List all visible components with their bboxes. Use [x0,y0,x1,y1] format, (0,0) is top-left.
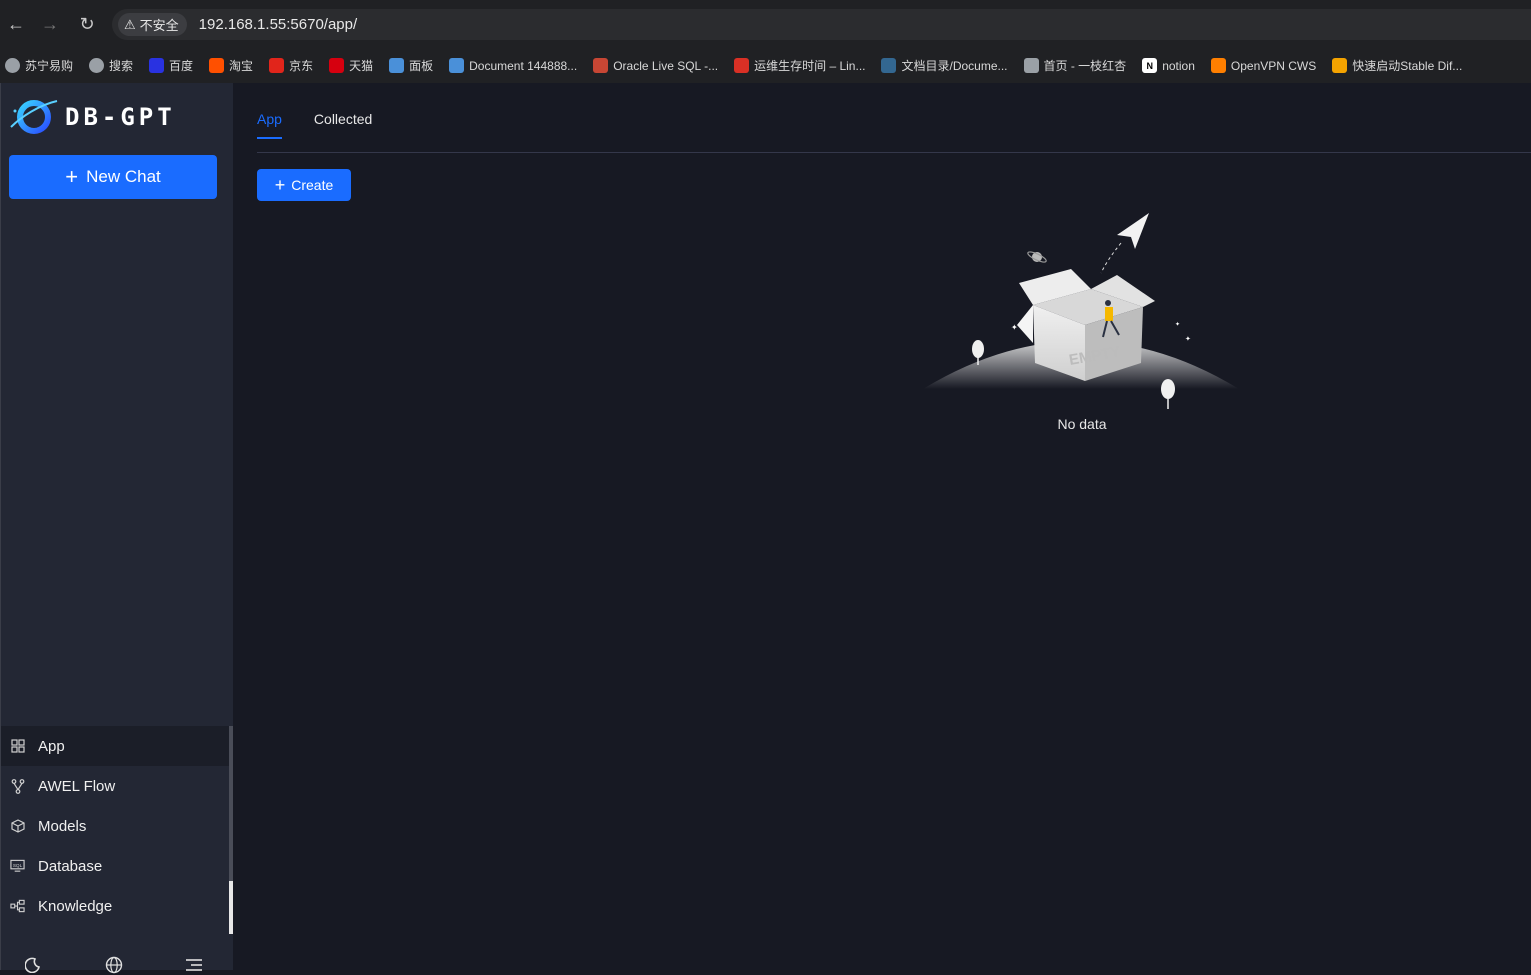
bookmark-item[interactable]: 快速启动Stable Dif... [1332,57,1462,74]
bookmark-item[interactable]: 京东 [269,57,313,74]
bookmark-item[interactable]: 面板 [389,57,433,74]
bookmark-label: 京东 [289,59,314,73]
openvpn-icon [1210,58,1226,73]
collapse-menu-icon[interactable] [184,955,204,975]
svg-text:SQL: SQL [13,863,23,868]
svg-text:✦: ✦ [1011,323,1018,332]
sidebar-item-label: Models [38,817,87,835]
empty-illustration: EMPTY ✦ ✦ ✦ [923,213,1239,409]
bookmark-label: 面板 [409,59,434,73]
sidebar-footer [1,955,234,975]
bookmark-label: notion [1162,58,1195,73]
bookmark-item[interactable]: 文档目录/Docume... [881,57,1008,74]
sidebar-item-label: Knowledge [38,897,113,915]
bookmark-label: 文档目录/Docume... [901,59,1008,73]
bookmark-label: 苏宁易购 [25,59,74,73]
shield-icon [734,58,750,73]
bookmark-item[interactable]: Oracle Live SQL -... [593,58,718,73]
plus-icon: + [65,164,79,189]
sidebar-item-database[interactable]: SQL Database [1,846,229,886]
create-button[interactable]: + Create [257,169,351,201]
oracle-icon [593,58,609,73]
moon-icon[interactable] [23,955,43,975]
tab-collected[interactable]: Collected [314,111,372,139]
bookmark-item[interactable]: 天猫 [329,57,373,74]
bookmark-item[interactable]: 运维生存时间 – Lin... [734,57,865,74]
plus-icon: + [274,175,286,195]
panel-icon [389,58,405,73]
logo[interactable]: DB-GPT [9,97,176,137]
logo-text: DB-GPT [65,103,176,131]
jd-icon [269,58,285,73]
bookmark-label: 天猫 [349,59,374,73]
bookmark-item[interactable]: OpenVPN CWS [1210,58,1317,73]
reload-icon[interactable]: ↻ [75,12,99,36]
bookmarks-bar: 苏宁易购 搜索 百度 淘宝 京东 天猫 面板 Document 144888... Oracle… [0,48,1531,83]
bookmark-label: 运维生存时间 – Lin... [754,59,866,73]
tab-app[interactable]: App [257,111,282,139]
svg-text:✦: ✦ [1175,321,1180,328]
bookmark-label: 搜索 [109,59,134,73]
globe-icon[interactable] [104,955,124,975]
new-chat-label: New Chat [86,167,161,186]
cube-icon [10,819,25,834]
sidebar-item-label: AWEL Flow [38,777,116,795]
postgres-icon [881,58,897,73]
grid-icon [10,739,25,754]
bookmark-item[interactable]: 苏宁易购 [5,57,73,74]
sidebar: DB-GPT + New Chat App AWEL Flow Models SQL D… [0,83,234,974]
knowledge-icon [10,899,25,914]
bookmark-label: Oracle Live SQL -... [613,58,719,73]
database-icon: SQL [10,859,25,874]
bookmark-item[interactable]: 搜索 [89,57,133,74]
sidebar-menu: App AWEL Flow Models SQL Database Knowledge [1,726,229,926]
new-chat-button[interactable]: + New Chat [9,155,217,199]
forward-arrow-icon[interactable]: → [38,12,62,36]
baidu-icon [149,58,165,73]
taobao-icon [209,58,225,73]
link-icon [1332,58,1348,73]
sidebar-item-app[interactable]: App [1,726,229,766]
bookmark-label: 淘宝 [229,59,254,73]
tab-bar: App Collected [257,111,372,139]
bookmark-label: 首页 - 一枝红杏 [1043,59,1127,73]
notion-icon: N [1142,58,1158,73]
security-label: 不安全 [139,18,179,33]
sidebar-item-label: App [38,737,65,755]
bookmark-label: OpenVPN CWS [1230,58,1317,73]
bookmark-item[interactable]: Nnotion [1142,58,1195,73]
sidebar-item-label: Database [38,857,103,875]
svg-text:✦: ✦ [1185,335,1191,343]
globe-icon [89,58,105,73]
tmall-icon [329,58,345,73]
bookmark-item[interactable]: 首页 - 一枝红杏 [1023,57,1127,74]
back-arrow-icon[interactable]: ← [4,12,28,36]
sidebar-item-awel-flow[interactable]: AWEL Flow [1,766,229,806]
bookmark-item[interactable]: 百度 [149,57,193,74]
paper-plane-icon [1023,58,1039,73]
address-bar[interactable]: ⚠ 不安全 192.168.1.55:5670/app/ [112,9,1531,40]
flow-icon [10,778,25,794]
main-content: App Collected + Create EMPTY ✦ ✦ ✦ No da… [233,83,1531,970]
create-label: Create [291,177,334,193]
dbgpt-logo-icon [10,100,58,134]
security-indicator[interactable]: ⚠ 不安全 [118,13,187,36]
tab-divider [257,152,1531,153]
globe-icon [5,58,20,73]
bookmark-label: Document 144888... [469,58,578,73]
bookmark-item[interactable]: 淘宝 [209,57,253,74]
document-icon [449,58,465,73]
bookmark-label: 百度 [169,59,194,73]
warning-icon: ⚠ [124,16,136,32]
url-text[interactable]: 192.168.1.55:5670/app/ [199,16,357,33]
empty-state-text: No data [1057,416,1107,432]
sidebar-item-models[interactable]: Models [1,806,229,846]
browser-toolbar: ← → ↻ ⚠ 不安全 192.168.1.55:5670/app/ [0,0,1531,48]
bookmark-item[interactable]: Document 144888... [449,58,577,73]
bookmark-label: 快速启动Stable Dif... [1352,59,1463,73]
sidebar-item-knowledge[interactable]: Knowledge [1,886,229,926]
